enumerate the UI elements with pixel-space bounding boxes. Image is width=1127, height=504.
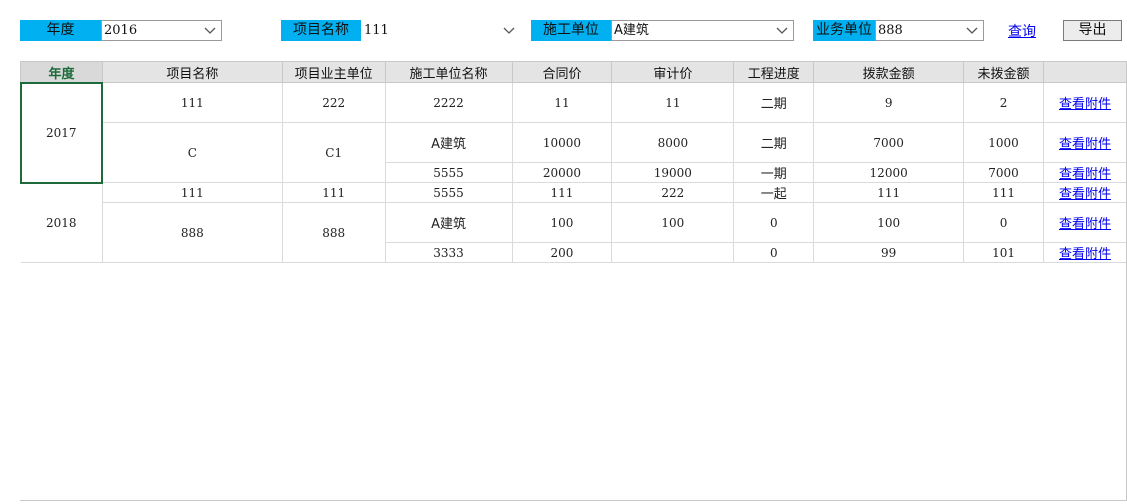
chevron-down-icon: [204, 27, 216, 34]
attachment-cell: 查看附件: [1043, 162, 1127, 183]
attachment-cell: 查看附件: [1043, 82, 1127, 123]
contractor-cell: 2222: [384, 82, 513, 123]
project-label: 项目名称: [281, 20, 361, 41]
contract-cell: 200: [511, 242, 613, 263]
progress-cell: 二期: [733, 122, 815, 163]
export-button[interactable]: 导出: [1063, 20, 1122, 41]
year-select-value: 2016: [104, 23, 138, 38]
owner-cell: 888: [281, 202, 386, 263]
contract-cell: 111: [511, 182, 613, 203]
header-owner-unit: 项目业主单位: [281, 61, 386, 83]
contractor-cell: A建筑: [384, 202, 513, 243]
owner-cell: 111: [281, 182, 386, 203]
header-contractor-name: 施工单位名称: [384, 61, 513, 83]
contractor-cell: 5555: [384, 182, 513, 203]
table-row: 888 888 A建筑 100 100 0 100 0 查看附件: [21, 202, 1127, 263]
paid-cell: 99: [813, 242, 965, 263]
project-cell: 111: [101, 82, 283, 123]
year-select[interactable]: 2016: [101, 20, 222, 41]
query-link[interactable]: 查询: [1008, 21, 1036, 41]
view-attachment-link[interactable]: 查看附件: [1059, 167, 1111, 182]
contract-cell: 11: [511, 82, 613, 123]
view-attachment-link[interactable]: 查看附件: [1059, 187, 1111, 202]
business-unit-select-value: 888: [878, 23, 903, 38]
contractor-select-value: A建筑: [614, 23, 649, 38]
paid-cell: 111: [813, 182, 965, 203]
header-unpaid-amount: 未拨金额: [963, 61, 1045, 83]
paid-cell: 100: [813, 202, 965, 243]
project-table: 年度 项目名称 项目业主单位 施工单位名称 合同价 审计价 工程进度 拨款金额 …: [19, 61, 1127, 263]
paid-cell: 7000: [813, 122, 965, 163]
table-header-row: 年度 项目名称 项目业主单位 施工单位名称 合同价 审计价 工程进度 拨款金额 …: [20, 61, 1127, 83]
contract-cell: 20000: [511, 162, 613, 183]
progress-cell: 一期: [733, 162, 815, 183]
view-attachment-link[interactable]: 查看附件: [1059, 247, 1111, 262]
chevron-down-icon: [966, 27, 978, 34]
audit-cell: 19000: [611, 162, 735, 183]
progress-cell: 0: [733, 202, 815, 243]
progress-cell: 二期: [733, 82, 815, 123]
contract-cell: 10000: [511, 122, 613, 163]
audit-cell: 100: [611, 202, 735, 243]
project-cell: 111: [101, 182, 283, 203]
contractor-label: 施工单位: [531, 20, 611, 41]
project-select[interactable]: 111: [361, 20, 521, 41]
audit-cell: [611, 242, 735, 263]
unpaid-cell: 0: [963, 202, 1045, 243]
progress-cell: 一起: [733, 182, 815, 203]
table-row: C C1 A建筑 10000 8000 二期 7000 1000 查看附件: [21, 122, 1127, 183]
unpaid-cell: 2: [963, 82, 1045, 123]
contractor-select[interactable]: A建筑: [611, 20, 794, 41]
chevron-down-icon: [776, 27, 788, 34]
business-unit-select[interactable]: 888: [875, 20, 984, 41]
business-unit-label: 业务单位: [813, 20, 875, 41]
header-year[interactable]: 年度: [20, 61, 103, 83]
unpaid-cell: 111: [963, 182, 1045, 203]
contract-cell: 100: [511, 202, 613, 243]
contractor-cell: A建筑: [384, 122, 513, 163]
owner-cell: C1: [281, 122, 386, 183]
project-cell: 888: [101, 202, 283, 263]
header-paid-amount: 拨款金额: [813, 61, 965, 83]
header-audit-price: 审计价: [611, 61, 735, 83]
year-label: 年度: [20, 20, 101, 41]
owner-cell: 222: [281, 82, 386, 123]
table-row: 2018 111 111 5555 111 222 一起 111 111 查看附…: [20, 182, 1127, 263]
header-actions: [1043, 61, 1127, 83]
grid-bottom-border: [20, 500, 1127, 501]
unpaid-cell: 7000: [963, 162, 1045, 183]
header-contract-price: 合同价: [511, 61, 613, 83]
header-project-name: 项目名称: [101, 61, 283, 83]
contractor-cell: 5555: [384, 162, 513, 183]
paid-cell: 12000: [813, 162, 965, 183]
year-cell[interactable]: 2017: [19, 81, 104, 184]
year-cell[interactable]: 2018: [20, 182, 103, 263]
attachment-cell: 查看附件: [1043, 242, 1127, 263]
audit-cell: 11: [611, 82, 735, 123]
attachment-cell: 查看附件: [1043, 202, 1127, 243]
project-cell: C: [101, 122, 283, 183]
view-attachment-link[interactable]: 查看附件: [1059, 217, 1111, 232]
paid-cell: 9: [813, 82, 965, 123]
audit-cell: 222: [611, 182, 735, 203]
audit-cell: 8000: [611, 122, 735, 163]
attachment-cell: 查看附件: [1043, 122, 1127, 163]
table-row: 2017 111 222 2222 11 11 二期 9 2 查看附件: [19, 81, 1127, 184]
contractor-cell: 3333: [384, 242, 513, 263]
project-select-value: 111: [364, 23, 389, 38]
progress-cell: 0: [733, 242, 815, 263]
view-attachment-link[interactable]: 查看附件: [1059, 137, 1111, 152]
unpaid-cell: 101: [963, 242, 1045, 263]
chevron-down-icon: [503, 27, 515, 34]
attachment-cell: 查看附件: [1043, 182, 1127, 203]
header-progress: 工程进度: [733, 61, 815, 83]
view-attachment-link[interactable]: 查看附件: [1059, 97, 1111, 112]
unpaid-cell: 1000: [963, 122, 1045, 163]
